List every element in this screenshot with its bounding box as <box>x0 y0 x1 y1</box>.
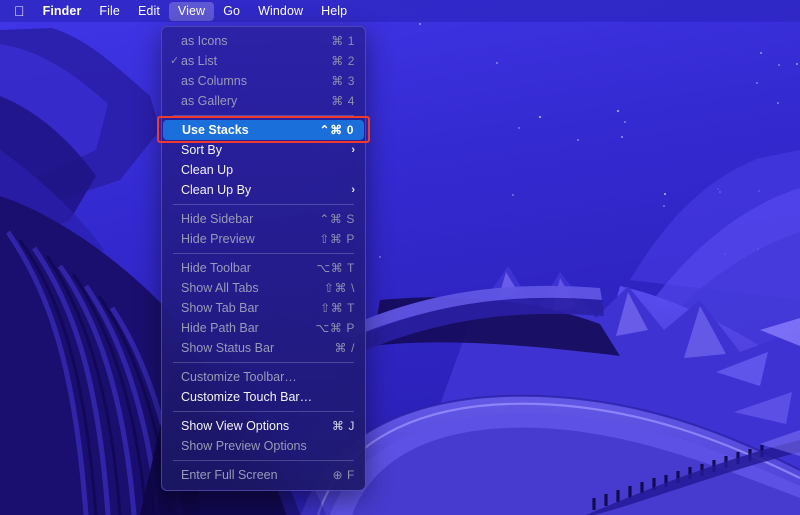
menu-item-shortcut: ⇧⌘ P <box>319 232 355 246</box>
menubar-item-help[interactable]: Help <box>312 2 356 21</box>
menu-item-shortcut: ⌘ 1 <box>331 34 355 48</box>
menu-item-shortcut: ⇧⌘ T <box>320 301 355 315</box>
menu-item-as-gallery[interactable]: as Gallery ⌘ 4 <box>162 91 365 111</box>
menu-item-shortcut: ⌘ 3 <box>331 74 355 88</box>
menu-item-hide-toolbar[interactable]: Hide Toolbar ⌥⌘ T <box>162 258 365 278</box>
menu-item-label: Show View Options <box>181 419 290 433</box>
menu-separator <box>173 115 354 116</box>
menu-item-label: Clean Up <box>181 163 234 177</box>
menubar-item-edit[interactable]: Edit <box>129 2 169 21</box>
menubar-item-window[interactable]: Window <box>249 2 312 21</box>
menu-item-label: Show Tab Bar <box>181 301 259 315</box>
menu-item-label: as Columns <box>181 74 247 88</box>
macos-menu-bar:  Finder File Edit View Go Window Help <box>0 0 800 22</box>
menu-item-label: Customize Toolbar… <box>181 370 297 384</box>
checkmark-icon: ✓ <box>170 55 180 67</box>
menu-item-as-icons[interactable]: as Icons ⌘ 1 <box>162 31 365 51</box>
menu-item-label: Hide Path Bar <box>181 321 259 335</box>
menubar-item-view[interactable]: View <box>168 1 215 21</box>
menu-item-label: Show Preview Options <box>181 439 307 453</box>
menu-item-shortcut: ⊕ F <box>332 468 355 482</box>
menu-item-shortcut: ⌘ J <box>331 419 355 433</box>
menu-item-enter-full-screen[interactable]: Enter Full Screen ⊕ F <box>162 465 365 485</box>
menu-item-hide-sidebar[interactable]: Hide Sidebar ⌃⌘ S <box>162 209 365 229</box>
menu-item-label: as Gallery <box>181 94 238 108</box>
menu-item-shortcut: ⇧⌘ \ <box>323 281 355 295</box>
menu-item-show-tab-bar[interactable]: Show Tab Bar ⇧⌘ T <box>162 298 365 318</box>
menu-item-label: Clean Up By <box>181 183 252 197</box>
menu-item-label: Hide Preview <box>181 232 255 246</box>
menubar-item-file[interactable]: File <box>90 2 129 21</box>
menu-item-shortcut: ⌥⌘ P <box>315 321 355 335</box>
menu-item-shortcut: ⌃⌘ S <box>319 212 355 226</box>
menu-item-shortcut: ⌃⌘ 0 <box>319 123 354 137</box>
highlighted-item-wrapper: Use Stacks ⌃⌘ 0 <box>157 116 370 143</box>
menu-item-hide-preview[interactable]: Hide Preview ⇧⌘ P <box>162 229 365 249</box>
menu-item-shortcut: ⌘ / <box>334 341 355 355</box>
menu-item-use-stacks[interactable]: Use Stacks ⌃⌘ 0 <box>163 120 364 140</box>
apple-logo-icon[interactable]:  <box>0 4 34 18</box>
menu-item-show-view-options[interactable]: Show View Options ⌘ J <box>162 416 365 436</box>
menu-separator <box>173 204 354 205</box>
menu-item-label: as Icons <box>181 34 228 48</box>
menu-separator <box>173 460 354 461</box>
menu-item-shortcut: ⌘ 4 <box>331 94 355 108</box>
menu-item-label: as List <box>181 54 218 68</box>
menu-separator <box>173 362 354 363</box>
menu-item-label: Enter Full Screen <box>181 468 278 482</box>
menu-item-clean-up[interactable]: Clean Up <box>162 160 365 180</box>
menu-item-label: Use Stacks <box>182 123 249 137</box>
menu-item-sort-by[interactable]: Sort By › <box>162 140 365 160</box>
menu-item-label: Hide Sidebar <box>181 212 254 226</box>
menu-item-show-preview-options[interactable]: Show Preview Options <box>162 436 365 456</box>
chevron-right-icon: › <box>351 184 355 196</box>
chevron-right-icon: › <box>351 144 355 156</box>
menu-separator <box>173 253 354 254</box>
menu-item-shortcut: ⌥⌘ T <box>316 261 355 275</box>
menubar-item-go[interactable]: Go <box>214 2 249 21</box>
menu-item-label: Customize Touch Bar… <box>181 390 313 404</box>
menu-item-as-list[interactable]: ✓ as List ⌘ 2 <box>162 51 365 71</box>
menu-item-label: Hide Toolbar <box>181 261 251 275</box>
menu-item-show-status-bar[interactable]: Show Status Bar ⌘ / <box>162 338 365 358</box>
view-dropdown-menu: as Icons ⌘ 1 ✓ as List ⌘ 2 as Columns ⌘ … <box>157 26 370 491</box>
menu-item-label: Sort By <box>181 143 222 157</box>
menu-item-hide-path-bar[interactable]: Hide Path Bar ⌥⌘ P <box>162 318 365 338</box>
menu-item-clean-up-by[interactable]: Clean Up By › <box>162 180 365 200</box>
menu-item-show-all-tabs[interactable]: Show All Tabs ⇧⌘ \ <box>162 278 365 298</box>
menu-item-label: Show All Tabs <box>181 281 259 295</box>
menu-item-customize-touch-bar[interactable]: Customize Touch Bar… <box>162 387 365 407</box>
menu-item-label: Show Status Bar <box>181 341 275 355</box>
menu-item-customize-toolbar[interactable]: Customize Toolbar… <box>162 367 365 387</box>
menu-item-as-columns[interactable]: as Columns ⌘ 3 <box>162 71 365 91</box>
menu-item-shortcut: ⌘ 2 <box>331 54 355 68</box>
menu-separator <box>173 411 354 412</box>
menubar-item-finder[interactable]: Finder <box>34 2 91 21</box>
desktop-wallpaper <box>0 0 800 515</box>
desktop-screen:  Finder File Edit View Go Window Help a… <box>0 0 800 515</box>
